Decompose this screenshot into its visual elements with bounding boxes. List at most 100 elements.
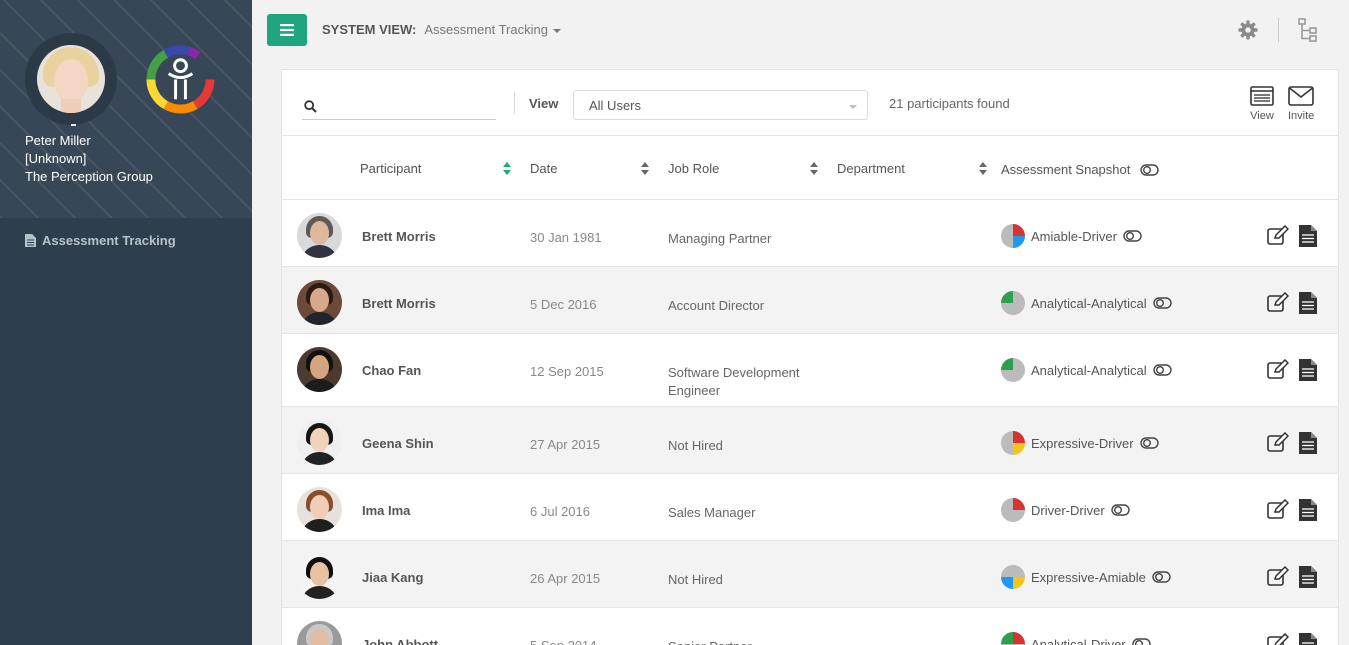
search-icon xyxy=(304,100,317,113)
sort-job-role-icon[interactable] xyxy=(810,162,818,176)
report-icon[interactable] xyxy=(1299,633,1317,645)
row-actions xyxy=(1267,566,1317,588)
participant-job-role: Account Director xyxy=(668,298,765,313)
participant-avatar[interactable] xyxy=(297,487,342,532)
toggle-icon[interactable] xyxy=(1152,364,1172,376)
participant-name[interactable]: Jiaa Kang xyxy=(362,570,423,585)
snapshot-label: Analytical-Analytical xyxy=(1031,362,1147,378)
participant-job-role: Not Hired xyxy=(668,438,723,453)
report-icon[interactable] xyxy=(1299,292,1317,314)
row-actions xyxy=(1267,432,1317,454)
sort-date-icon[interactable] xyxy=(641,162,649,176)
invite-button[interactable]: Invite xyxy=(1288,86,1314,122)
invite-button-label: Invite xyxy=(1288,110,1315,122)
toggle-icon[interactable] xyxy=(1140,164,1159,176)
user-avatar-frame[interactable] xyxy=(25,33,117,125)
table-row[interactable]: Brett Morris 5 Dec 2016 Account Director… xyxy=(282,267,1338,334)
view-filter-select[interactable]: All Users xyxy=(573,90,868,120)
participant-name[interactable]: John Abbott xyxy=(362,637,438,645)
participant-name[interactable]: Ima Ima xyxy=(362,503,410,518)
table-row[interactable]: Ima Ima 6 Jul 2016 Sales Manager Driver-… xyxy=(282,474,1338,541)
participant-avatar[interactable] xyxy=(297,554,342,599)
assessment-snapshot[interactable]: Analytical-Analytical xyxy=(1001,358,1172,382)
participant-avatar[interactable] xyxy=(297,213,342,258)
menu-toggle-button[interactable] xyxy=(267,14,307,46)
snapshot-pie-icon xyxy=(1001,498,1025,522)
assessment-snapshot[interactable]: Analytical-Analytical xyxy=(1001,291,1172,315)
header-participant[interactable]: Participant xyxy=(360,161,421,176)
toggle-icon[interactable] xyxy=(1152,571,1171,583)
snapshot-pie-icon xyxy=(1001,291,1025,315)
toggle-icon[interactable] xyxy=(1139,437,1159,449)
participant-job-role: Senior Partner xyxy=(668,638,828,645)
edit-icon[interactable] xyxy=(1267,566,1289,586)
toggle-icon[interactable] xyxy=(1123,230,1142,242)
header-department[interactable]: Department xyxy=(837,161,905,176)
assessment-snapshot[interactable]: Analytical-Driver xyxy=(1001,632,1151,645)
snapshot-pie-icon xyxy=(1001,565,1025,589)
report-icon[interactable] xyxy=(1299,225,1317,247)
table-row[interactable]: John Abbott 5 Sep 2014 Senior Partner An… xyxy=(282,608,1338,645)
participant-date: 5 Sep 2014 xyxy=(530,638,597,645)
top-bar: SYSTEM VIEW: Assessment Tracking xyxy=(252,0,1349,60)
report-icon[interactable] xyxy=(1299,499,1317,521)
toggle-icon[interactable] xyxy=(1131,638,1151,645)
envelope-icon xyxy=(1288,86,1314,106)
participant-name[interactable]: Brett Morris xyxy=(362,229,436,244)
toggle-icon[interactable] xyxy=(1152,297,1172,309)
user-organization: The Perception Group xyxy=(25,169,153,184)
participant-avatar[interactable] xyxy=(297,420,342,465)
avatar xyxy=(37,45,105,113)
table-row[interactable]: Chao Fan 12 Sep 2015 Software Developmen… xyxy=(282,334,1338,407)
edit-icon[interactable] xyxy=(1267,225,1289,245)
edit-icon[interactable] xyxy=(1267,432,1289,452)
participant-name[interactable]: Geena Shin xyxy=(362,436,434,451)
snapshot-label: Analytical-Driver xyxy=(1031,636,1126,645)
system-view-label: SYSTEM VIEW: xyxy=(322,22,417,37)
view-button[interactable]: View xyxy=(1250,86,1274,122)
sidebar: Peter Miller [Unknown] The Perception Gr… xyxy=(0,0,252,645)
header-assessment-snapshot[interactable]: Assessment Snapshot xyxy=(1001,162,1159,177)
topbar-divider xyxy=(1278,18,1279,42)
gear-icon[interactable] xyxy=(1238,20,1258,40)
sort-participant-icon[interactable] xyxy=(503,162,511,176)
chevron-down-icon xyxy=(552,28,561,33)
participant-date: 12 Sep 2015 xyxy=(530,364,604,379)
row-actions xyxy=(1267,292,1317,314)
participant-date: 30 Jan 1981 xyxy=(530,230,602,245)
row-actions xyxy=(1267,225,1317,247)
assessment-snapshot[interactable]: Expressive-Driver xyxy=(1001,431,1159,455)
system-view-selector[interactable]: SYSTEM VIEW: Assessment Tracking xyxy=(322,22,561,37)
view-filter-label: View xyxy=(529,96,559,111)
participant-avatar[interactable] xyxy=(297,621,342,645)
search-input[interactable] xyxy=(324,94,494,118)
user-name: Peter Miller xyxy=(25,133,91,148)
header-job-role[interactable]: Job Role xyxy=(668,161,719,176)
snapshot-pie-icon xyxy=(1001,358,1025,382)
report-icon[interactable] xyxy=(1299,432,1317,454)
toggle-icon[interactable] xyxy=(1110,504,1130,516)
table-row[interactable]: Jiaa Kang 26 Apr 2015 Not Hired Expressi… xyxy=(282,541,1338,608)
header-date[interactable]: Date xyxy=(530,161,557,176)
report-icon[interactable] xyxy=(1299,359,1317,381)
participant-avatar[interactable] xyxy=(297,280,342,325)
search-field[interactable] xyxy=(302,94,496,120)
assessment-snapshot[interactable]: Expressive-Amiable xyxy=(1001,565,1171,589)
snapshot-label: Expressive-Driver xyxy=(1031,435,1134,451)
sort-department-icon[interactable] xyxy=(979,162,987,176)
edit-icon[interactable] xyxy=(1267,359,1289,379)
edit-icon[interactable] xyxy=(1267,499,1289,519)
assessment-snapshot[interactable]: Amiable-Driver xyxy=(1001,224,1142,248)
sitemap-icon[interactable] xyxy=(1298,18,1318,42)
table-row[interactable]: Brett Morris 30 Jan 1981 Managing Partne… xyxy=(282,200,1338,267)
participant-avatar[interactable] xyxy=(297,347,342,392)
participant-name[interactable]: Brett Morris xyxy=(362,296,436,311)
participant-name[interactable]: Chao Fan xyxy=(362,363,421,378)
participant-job-role: Sales Manager xyxy=(668,505,756,520)
sidebar-item-assessment-tracking[interactable]: Assessment Tracking xyxy=(25,233,176,248)
report-icon[interactable] xyxy=(1299,566,1317,588)
edit-icon[interactable] xyxy=(1267,292,1289,312)
assessment-snapshot[interactable]: Driver-Driver xyxy=(1001,498,1130,522)
edit-icon[interactable] xyxy=(1267,633,1289,645)
table-row[interactable]: Geena Shin 27 Apr 2015 Not Hired Express… xyxy=(282,407,1338,474)
